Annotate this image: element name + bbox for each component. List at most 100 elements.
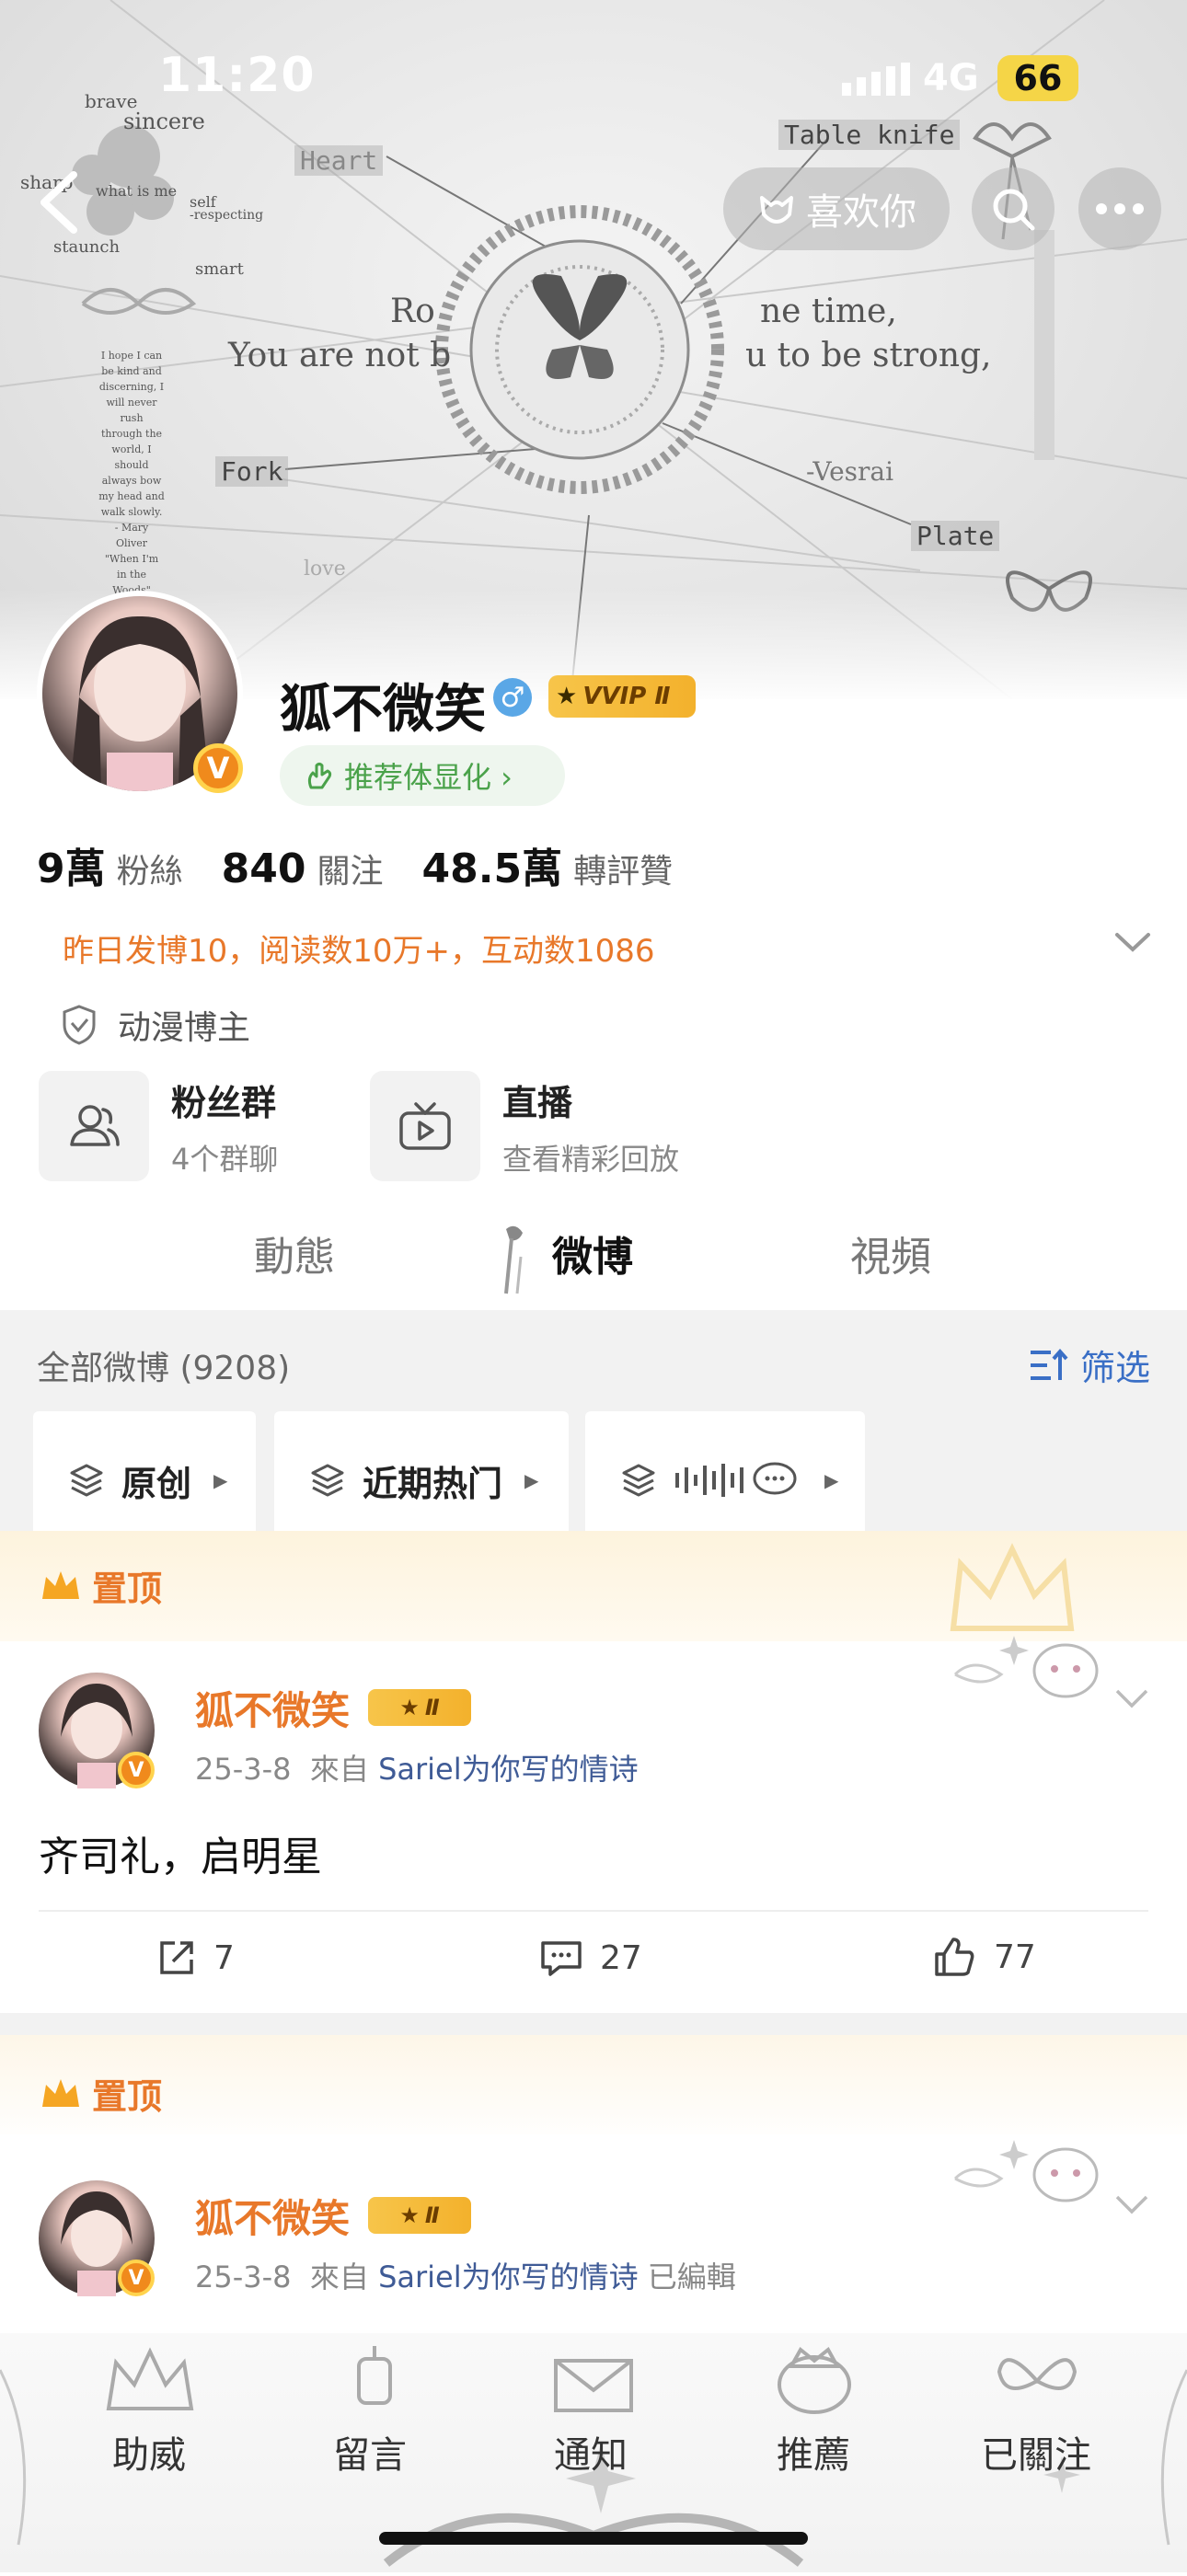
layers-icon xyxy=(311,1464,344,1497)
crown-icon xyxy=(106,2347,194,2410)
share-count: 7 xyxy=(213,1938,235,1977)
crown-icon: ★ xyxy=(556,683,578,710)
banner-poem-line: I hope I can xyxy=(100,350,163,362)
fan-group-card[interactable]: 粉丝群 4个群聊 xyxy=(39,1071,278,1181)
like-post-button[interactable]: 77 xyxy=(933,1936,1036,1978)
crown-watermark-icon xyxy=(950,1543,1075,1631)
banner-word: sincere xyxy=(123,109,205,134)
live-card[interactable]: 直播 查看精彩回放 xyxy=(370,1071,679,1181)
divider xyxy=(39,1910,1148,1912)
banner-poem-line: my head and xyxy=(98,490,165,502)
banner-poem-line: be kind and xyxy=(101,365,162,377)
comment-count: 27 xyxy=(600,1938,642,1977)
post-vip-badge: ★ Ⅱ xyxy=(368,2197,471,2234)
comment-button[interactable]: 27 xyxy=(539,1938,642,1978)
post-author[interactable]: 狐不微笑 xyxy=(195,2188,350,2244)
interactions-count: 48.5萬 xyxy=(421,845,563,892)
nav-messages[interactable]: 留言 xyxy=(287,2425,453,2478)
nav-recommend[interactable]: 推薦 xyxy=(731,2425,896,2478)
banner-word: Plate xyxy=(911,521,1000,551)
more-button[interactable] xyxy=(1078,167,1161,250)
post-source[interactable]: Sariel为你写的情诗 xyxy=(378,2260,639,2294)
envelope-icon xyxy=(554,2359,633,2412)
banner-word: Table knife xyxy=(778,120,961,150)
search-icon xyxy=(993,189,1035,231)
back-icon[interactable] xyxy=(28,166,92,239)
fan-group-title: 粉丝群 xyxy=(171,1082,277,1123)
post-meta: 25-3-8 來自 Sariel为你写的情诗 已編輯 xyxy=(195,2254,736,2296)
decor-bunny-icon xyxy=(953,1636,1099,1698)
post-from: 來自 xyxy=(309,2260,369,2294)
post-vip-label: Ⅱ xyxy=(424,1695,440,1720)
vvip-label: VVIP Ⅱ xyxy=(582,683,671,710)
post-author[interactable]: 狐不微笑 xyxy=(195,1680,350,1736)
verified-mark: V xyxy=(128,2266,144,2290)
followers-label[interactable]: 粉絲 xyxy=(117,845,183,892)
caret-right-icon: ▶ xyxy=(524,1469,539,1491)
card-icon-box xyxy=(370,1071,480,1181)
post-source[interactable]: Sariel为你写的情诗 xyxy=(378,1752,639,1787)
nav-following[interactable]: 已關注 xyxy=(953,2425,1119,2478)
banner-quote-fragment: ne time, xyxy=(760,293,897,330)
banner-poem-line: through the xyxy=(100,428,163,440)
banner-quote-fragment: You are not b xyxy=(228,337,452,374)
network-type: 4G xyxy=(923,57,979,99)
tab-ornament-icon xyxy=(504,1225,523,1294)
banner-word: smart xyxy=(195,259,244,279)
chevron-down-icon[interactable] xyxy=(1112,929,1154,957)
comment-icon xyxy=(541,1941,582,1976)
lantern-icon xyxy=(357,2346,392,2405)
post-meta: 25-3-8 來自 Sariel为你写的情诗 xyxy=(195,1746,639,1788)
crown-icon xyxy=(778,2346,851,2414)
feed-count: 全部微博 (9208) xyxy=(37,1350,291,1387)
more-icon xyxy=(1096,203,1144,214)
banner-poem-line: - Mary xyxy=(114,522,149,534)
shield-icon xyxy=(63,1005,96,1045)
banner-quote-fragment: u to be strong, xyxy=(745,337,992,374)
banner-poem-line: always bow xyxy=(101,475,162,487)
tab-videos[interactable]: 視頻 xyxy=(850,1224,931,1282)
banner-word: -respecting xyxy=(190,208,264,223)
profile-name: 狐不微笑 xyxy=(280,680,486,740)
pinned-text: 置顶 xyxy=(92,1569,163,1609)
post-date: 25-3-8 xyxy=(195,1752,292,1787)
recommend-pill[interactable]: 推荐体显化 › xyxy=(280,745,565,806)
post-body[interactable]: 齐司礼，启明星 xyxy=(39,1823,322,1882)
male-icon: ♂ xyxy=(493,678,532,717)
profile-stats: 9萬 粉絲 840 關注 48.5萬 轉評贊 xyxy=(37,835,711,894)
filter-button[interactable]: 筛选 xyxy=(1029,1340,1150,1390)
signal-icon xyxy=(842,63,910,96)
verified-badge: V xyxy=(118,2260,155,2296)
followers-count[interactable]: 9萬 xyxy=(37,835,106,894)
following-label[interactable]: 關注 xyxy=(317,845,384,892)
nav-cheer[interactable]: 助威 xyxy=(66,2425,232,2478)
post-date: 25-3-8 xyxy=(195,2260,292,2294)
search-button[interactable] xyxy=(972,167,1054,250)
tab-weibo[interactable]: 微博 xyxy=(552,1224,633,1282)
chevron-down-icon[interactable] xyxy=(1113,2193,1150,2217)
chip-original[interactable]: 原创 ▶ xyxy=(33,1411,256,1549)
like-button[interactable]: 喜欢你 xyxy=(723,167,950,250)
nav-notifications[interactable]: 通知 xyxy=(508,2425,674,2478)
group-icon xyxy=(70,1105,120,1146)
layers-icon xyxy=(70,1464,103,1497)
post-vip-badge: ★ Ⅱ xyxy=(368,1689,471,1726)
home-indicator[interactable] xyxy=(379,2532,808,2545)
chip-audio[interactable]: ▶ xyxy=(585,1411,865,1549)
post-from: 來自 xyxy=(309,1752,369,1787)
decor-bunny-icon xyxy=(953,2140,1099,2202)
filter-label: 筛选 xyxy=(1080,1348,1151,1388)
tab-dynamics[interactable]: 動態 xyxy=(254,1224,335,1282)
banner-poem-line: Oliver xyxy=(115,537,148,549)
share-button[interactable]: 7 xyxy=(156,1938,235,1978)
verified-mark: V xyxy=(128,1758,144,1782)
vvip-badge[interactable]: ★ VVIP Ⅱ xyxy=(548,675,696,718)
banner-poem-line: world, I xyxy=(111,443,152,455)
chevron-down-icon[interactable] xyxy=(1113,1687,1150,1711)
following-count[interactable]: 840 xyxy=(222,845,306,892)
chip-recent-hot[interactable]: 近期热门 ▶ xyxy=(274,1411,569,1549)
caret-right-icon: ▶ xyxy=(213,1469,228,1491)
battery-icon: 66 xyxy=(997,55,1078,101)
pinned-label: 置顶 xyxy=(39,2068,162,2119)
share-icon xyxy=(160,1941,193,1974)
